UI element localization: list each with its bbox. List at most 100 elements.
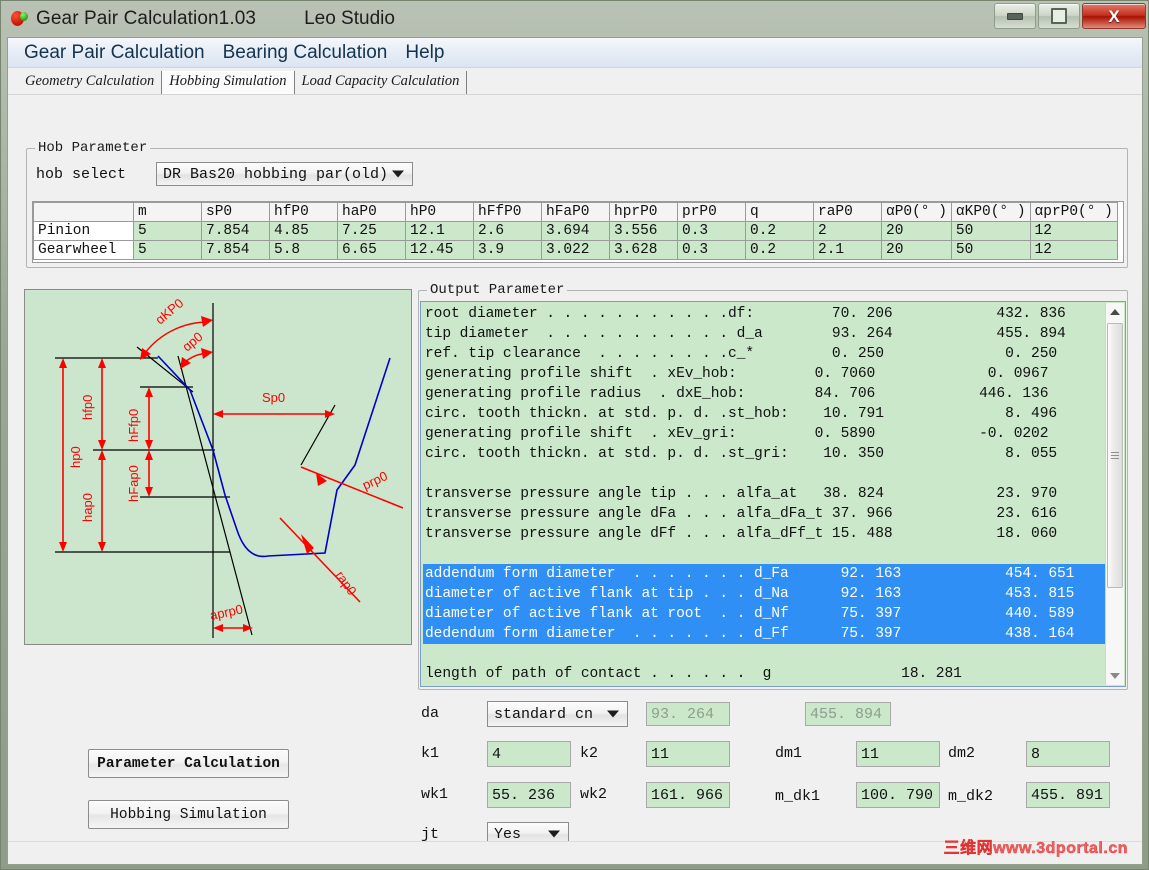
table-cell[interactable]: 2 (813, 221, 882, 241)
output-parameter-title: Output Parameter (427, 282, 568, 298)
table-cell[interactable]: 3.022 (541, 240, 610, 260)
table-cell[interactable]: 4.85 (269, 221, 338, 241)
dm1-field[interactable]: 11 (856, 741, 940, 767)
da-value2-field[interactable]: 455. 894 (805, 702, 891, 726)
label-alphaKP0: ɑKP0 (152, 295, 186, 327)
m-dk1-field[interactable]: 100. 790 (856, 782, 940, 808)
table-header-hfP0: hfP0 (269, 202, 338, 222)
table-cell[interactable]: 50 (950, 221, 1031, 241)
maximize-button[interactable] (1038, 3, 1080, 29)
table-header-αP0(° ): αP0(° ) (881, 202, 952, 222)
tab-geometry-calculation[interactable]: Geometry Calculation (18, 71, 163, 94)
hob-select-dropdown[interactable]: DR Bas20 hobbing par(old) (156, 162, 413, 186)
triangle-down-icon (1110, 673, 1120, 679)
minimize-button[interactable] (994, 3, 1036, 29)
output-line: transverse contact ratio . . . eps_alfa … (423, 684, 1105, 686)
output-parameter-textarea[interactable]: root diameter . . . . . . . . . . .df: 7… (420, 301, 1126, 687)
table-cell[interactable]: 0.2 (745, 240, 814, 260)
table-header-haP0: haP0 (337, 202, 406, 222)
k2-field[interactable]: 11 (646, 741, 730, 767)
menu-bearing-calculation[interactable]: Bearing Calculation (214, 42, 397, 64)
table-cell[interactable]: 12.45 (405, 240, 474, 260)
table-cell[interactable]: 12 (1029, 240, 1118, 260)
da-mode-dropdown[interactable]: standard cn (487, 701, 628, 727)
dm2-field[interactable]: 8 (1026, 741, 1110, 767)
table-cell[interactable]: 3.9 (473, 240, 542, 260)
minimize-icon (1007, 12, 1023, 20)
scrollbar-thumb[interactable] (1107, 323, 1123, 588)
table-cell[interactable]: 7.854 (201, 221, 270, 241)
table-cell[interactable]: 0.3 (677, 221, 746, 241)
output-line: generating profile shift . xEv_hob: 0. 7… (425, 366, 1049, 382)
k1-field[interactable]: 4 (487, 741, 571, 767)
table-row[interactable]: Gearwheel 5 7.854 5.8 6.65 12.45 3.9 3.022 3.628… (33, 240, 1118, 260)
close-icon: X (1108, 6, 1120, 26)
scroll-down-button[interactable] (1106, 667, 1124, 685)
hob-select-value: DR Bas20 hobbing par(old) (163, 165, 389, 183)
tab-hobbing-simulation[interactable]: Hobbing Simulation (162, 71, 295, 94)
table-cell[interactable]: 5 (133, 240, 202, 260)
parameter-calculation-button[interactable]: Parameter Calculation (88, 749, 289, 778)
table-header-sP0: sP0 (201, 202, 270, 222)
table-header-hprP0: hprP0 (609, 202, 678, 222)
wk2-field[interactable]: 161. 966 (646, 782, 730, 808)
wk1-field[interactable]: 55. 236 (487, 782, 571, 808)
output-line-selected: addendum form diameter . . . . . . . d_F… (423, 564, 1105, 584)
table-header-row-label (33, 202, 134, 222)
label-hFap0: hFap0 (126, 465, 141, 502)
hobbing-simulation-button[interactable]: Hobbing Simulation (88, 800, 289, 829)
table-cell[interactable]: 7.25 (337, 221, 406, 241)
table-cell[interactable]: 3.694 (541, 221, 610, 241)
scroll-up-button[interactable] (1106, 303, 1124, 321)
triangle-up-icon (1110, 309, 1120, 315)
table-cell[interactable]: 20 (881, 221, 952, 241)
table-cell[interactable]: 3.556 (609, 221, 678, 241)
hob-tooth-profile-diagram: hp0 hfp0 hap0 hFfp0 hFap0 Sp0 ɑKP0 ɑp0 p… (24, 289, 412, 645)
table-cell[interactable]: 2.6 (473, 221, 542, 241)
table-cell[interactable]: 5.8 (269, 240, 338, 260)
label-hap0: hap0 (80, 493, 95, 522)
table-cell[interactable]: 6.65 (337, 240, 406, 260)
table-cell[interactable]: 7.854 (201, 240, 270, 260)
tab-load-capacity-calculation[interactable]: Load Capacity Calculation (294, 71, 468, 94)
title-bar: Gear Pair Calculation1.03 Leo Studio X (1, 1, 1149, 37)
hob-parameter-table[interactable]: m sP0 hfP0 haP0 hP0 hFfP0 hFaP0 hprP0 prP0 q raP0 α… (32, 201, 1124, 263)
table-cell[interactable]: 50 (950, 240, 1031, 260)
jt-value: Yes (494, 825, 522, 843)
output-scrollbar[interactable] (1105, 303, 1124, 685)
window-controls: X (992, 3, 1146, 29)
label-aprp0: aprp0 (209, 601, 245, 623)
k1-label: k1 (421, 745, 440, 762)
output-line: tip diameter . . . . . . . . . . . d_a 9… (425, 326, 1066, 342)
table-row-label: Pinion (33, 221, 134, 241)
wk2-label: wk2 (580, 786, 608, 803)
close-button[interactable]: X (1082, 3, 1146, 29)
hob-select-label: hob select (36, 166, 127, 183)
table-header-q: q (745, 202, 814, 222)
menu-gear-pair-calculation[interactable]: Gear Pair Calculation (15, 42, 214, 64)
m-dk2-field[interactable]: 455. 891 (1026, 782, 1110, 808)
table-row-label: Gearwheel (33, 240, 134, 260)
da-value1-field[interactable]: 93. 264 (646, 702, 730, 726)
table-cell[interactable]: 20 (881, 240, 952, 260)
table-row[interactable]: Pinion 5 7.854 4.85 7.25 12.1 2.6 3.694 3.556 0.3… (33, 221, 1118, 241)
watermark: 三维网www.3dportal.cn (943, 840, 1128, 857)
output-line: transverse pressure angle dFa . . . alfa… (425, 506, 1058, 522)
window-subtitle: Leo Studio (304, 8, 395, 29)
output-line-selected: dedendum form diameter . . . . . . . d_F… (423, 624, 1105, 644)
table-header-prP0: prP0 (677, 202, 746, 222)
table-header-hFaP0: hFaP0 (541, 202, 610, 222)
table-cell[interactable]: 3.628 (609, 240, 678, 260)
menu-help[interactable]: Help (396, 42, 453, 64)
table-cell[interactable]: 12.1 (405, 221, 474, 241)
table-cell[interactable]: 12 (1029, 221, 1118, 241)
table-cell[interactable]: 0.3 (677, 240, 746, 260)
label-hp0: hp0 (68, 446, 83, 468)
table-cell[interactable]: 0.2 (745, 221, 814, 241)
output-line-selected: diameter of active flank at tip . . . d_… (423, 584, 1105, 604)
table-header-raP0: raP0 (813, 202, 882, 222)
table-cell[interactable]: 2.1 (813, 240, 882, 260)
table-cell[interactable]: 5 (133, 221, 202, 241)
m-dk2-label: m_dk2 (948, 788, 994, 805)
